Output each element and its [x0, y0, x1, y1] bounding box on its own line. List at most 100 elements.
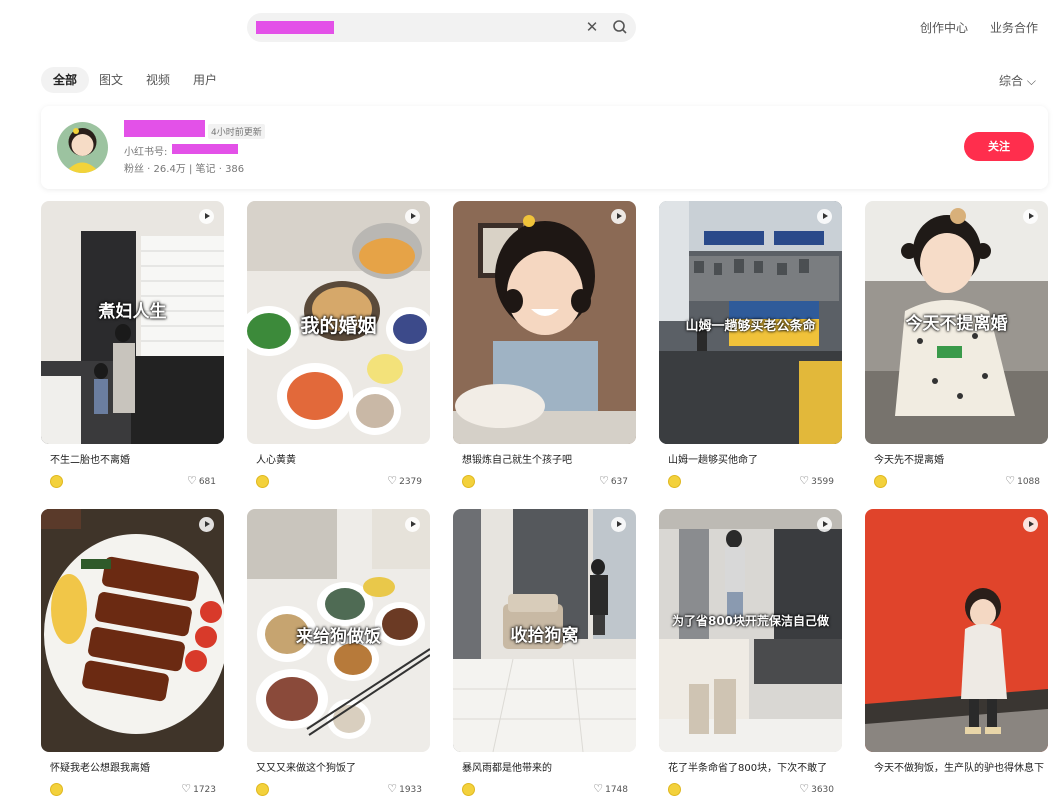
search-icon[interactable]	[611, 18, 629, 36]
cover-overlay-text: 今天不提离婚	[905, 314, 1008, 334]
search-bar[interactable]: ✕	[247, 13, 636, 42]
heart-icon: ♡	[799, 782, 810, 795]
heart-icon: ♡	[387, 474, 398, 487]
note-cover[interactable]: 来给狗做饭	[247, 509, 430, 752]
play-icon	[1023, 517, 1038, 532]
like-count: 2379	[399, 477, 422, 487]
like-button[interactable]: ♡ 1723	[181, 782, 216, 795]
user-stats: 粉丝 · 26.4万 | 笔记 · 386	[124, 164, 245, 175]
heart-icon: ♡	[593, 782, 604, 795]
note-meta: ♡ 637	[462, 474, 628, 488]
note-cover[interactable]: 我的婚姻	[247, 201, 430, 444]
author-avatar[interactable]	[462, 783, 475, 796]
note-cover[interactable]: 煮妇人生	[41, 201, 224, 444]
cover-overlay-text: 我的婚姻	[300, 315, 377, 337]
like-button[interactable]: ♡ 3599	[799, 474, 834, 487]
creator-center-link[interactable]: 创作中心	[920, 19, 968, 36]
like-button[interactable]: ♡ 637	[599, 474, 628, 487]
like-button[interactable]: ♡ 2379	[387, 474, 422, 487]
note-cover[interactable]: 今天不提离婚	[865, 201, 1048, 444]
note-cover[interactable]	[453, 201, 636, 444]
author-avatar[interactable]	[256, 783, 269, 796]
cover-overlay-text: 来给狗做饭	[296, 627, 381, 647]
heart-icon: ♡	[1005, 474, 1016, 487]
note-cover[interactable]	[41, 509, 224, 752]
follow-button[interactable]: 关注	[964, 132, 1034, 161]
note-meta: ♡ 681	[50, 474, 216, 488]
note-title[interactable]: 怀疑我老公想跟我离婚	[50, 762, 222, 775]
sort-dropdown[interactable]: 综合 ⌵	[999, 72, 1036, 89]
play-icon	[199, 209, 214, 224]
author-avatar[interactable]	[462, 475, 475, 488]
author-avatar[interactable]	[50, 475, 63, 488]
cover-overlay-text: 收拾狗窝	[510, 626, 579, 646]
like-button[interactable]: ♡ 1933	[387, 782, 422, 795]
user-id-label: 小红书号:	[124, 147, 168, 158]
like-count: 1748	[605, 785, 628, 795]
tab-videos[interactable]: 视频	[134, 67, 182, 93]
note-title[interactable]: 今天不做狗饭，生产队的驴也得休息下	[874, 762, 1046, 775]
note-cover[interactable]	[865, 509, 1048, 752]
redacted-user-id	[172, 144, 238, 154]
business-link[interactable]: 业务合作	[990, 19, 1038, 36]
like-count: 3599	[811, 477, 834, 487]
author-avatar[interactable]	[668, 475, 681, 488]
play-icon	[817, 209, 832, 224]
heart-icon: ♡	[181, 782, 192, 795]
note-cover[interactable]: 收拾狗窝	[453, 509, 636, 752]
note-title[interactable]: 暴风雨都是他带来的	[462, 762, 634, 775]
note-meta: ♡ 1723	[50, 782, 216, 796]
note-meta: ♡ 3630	[668, 782, 834, 796]
note-title[interactable]: 今天先不提离婚	[874, 454, 1046, 467]
like-count: 637	[610, 477, 628, 487]
redacted-username	[124, 120, 205, 137]
note-title[interactable]: 又又又来做这个狗饭了	[256, 762, 428, 775]
note-meta: ♡ 1748	[462, 782, 628, 796]
tab-users[interactable]: 用户	[181, 67, 229, 93]
play-icon	[199, 517, 214, 532]
like-button[interactable]: ♡ 681	[187, 474, 216, 487]
note-title[interactable]: 山姆一趟够买他命了	[668, 454, 840, 467]
play-icon	[611, 209, 626, 224]
like-count: 681	[198, 477, 216, 487]
note-title[interactable]: 不生二胎也不离婚	[50, 454, 222, 467]
note-title[interactable]: 花了半条命省了800块，下次不敢了	[668, 762, 840, 775]
author-avatar[interactable]	[256, 475, 269, 488]
note-title[interactable]: 想锻炼自己就生个孩子吧	[462, 454, 634, 467]
tab-all[interactable]: 全部	[41, 67, 90, 93]
play-icon	[611, 517, 626, 532]
avatar[interactable]	[57, 122, 108, 173]
play-icon	[817, 517, 832, 532]
heart-icon: ♡	[186, 474, 197, 487]
author-avatar[interactable]	[668, 783, 681, 796]
user-card[interactable]: 4小时前更新 小红书号: 粉丝 · 26.4万 | 笔记 · 386 关注	[41, 106, 1048, 189]
cover-overlay-text: 煮妇人生	[98, 302, 167, 322]
like-count: 3630	[811, 785, 834, 795]
like-count: 1088	[1017, 477, 1040, 487]
note-meta: ♡ 2379	[256, 474, 422, 488]
heart-icon: ♡	[799, 474, 810, 487]
redacted-search-query	[256, 21, 334, 34]
like-button[interactable]: ♡ 1088	[1005, 474, 1040, 487]
note-meta: ♡ 1088	[874, 474, 1040, 488]
cover-overlay-text: 山姆一趟够买老公条命	[685, 319, 816, 334]
note-title[interactable]: 人心黄黄	[256, 454, 428, 467]
note-cover[interactable]: 山姆一趟够买老公条命	[659, 201, 842, 444]
heart-icon: ♡	[598, 474, 609, 487]
author-avatar[interactable]	[874, 475, 887, 488]
updated-badge: 4小时前更新	[208, 124, 265, 139]
note-cover[interactable]: 为了省800块开荒保洁自己做	[659, 509, 842, 752]
sort-label: 综合	[999, 74, 1024, 88]
play-icon	[1023, 209, 1038, 224]
note-meta: ♡ 1933	[256, 782, 422, 796]
note-meta	[874, 796, 1040, 810]
like-button[interactable]: ♡ 3630	[799, 782, 834, 795]
play-icon	[405, 209, 420, 224]
author-avatar[interactable]	[50, 783, 63, 796]
play-icon	[405, 517, 420, 532]
tab-notes[interactable]: 图文	[87, 67, 135, 93]
cover-overlay-text: 为了省800块开荒保洁自己做	[671, 614, 830, 628]
like-count: 1933	[399, 785, 422, 795]
close-icon[interactable]: ✕	[583, 18, 601, 36]
like-button[interactable]: ♡ 1748	[593, 782, 628, 795]
